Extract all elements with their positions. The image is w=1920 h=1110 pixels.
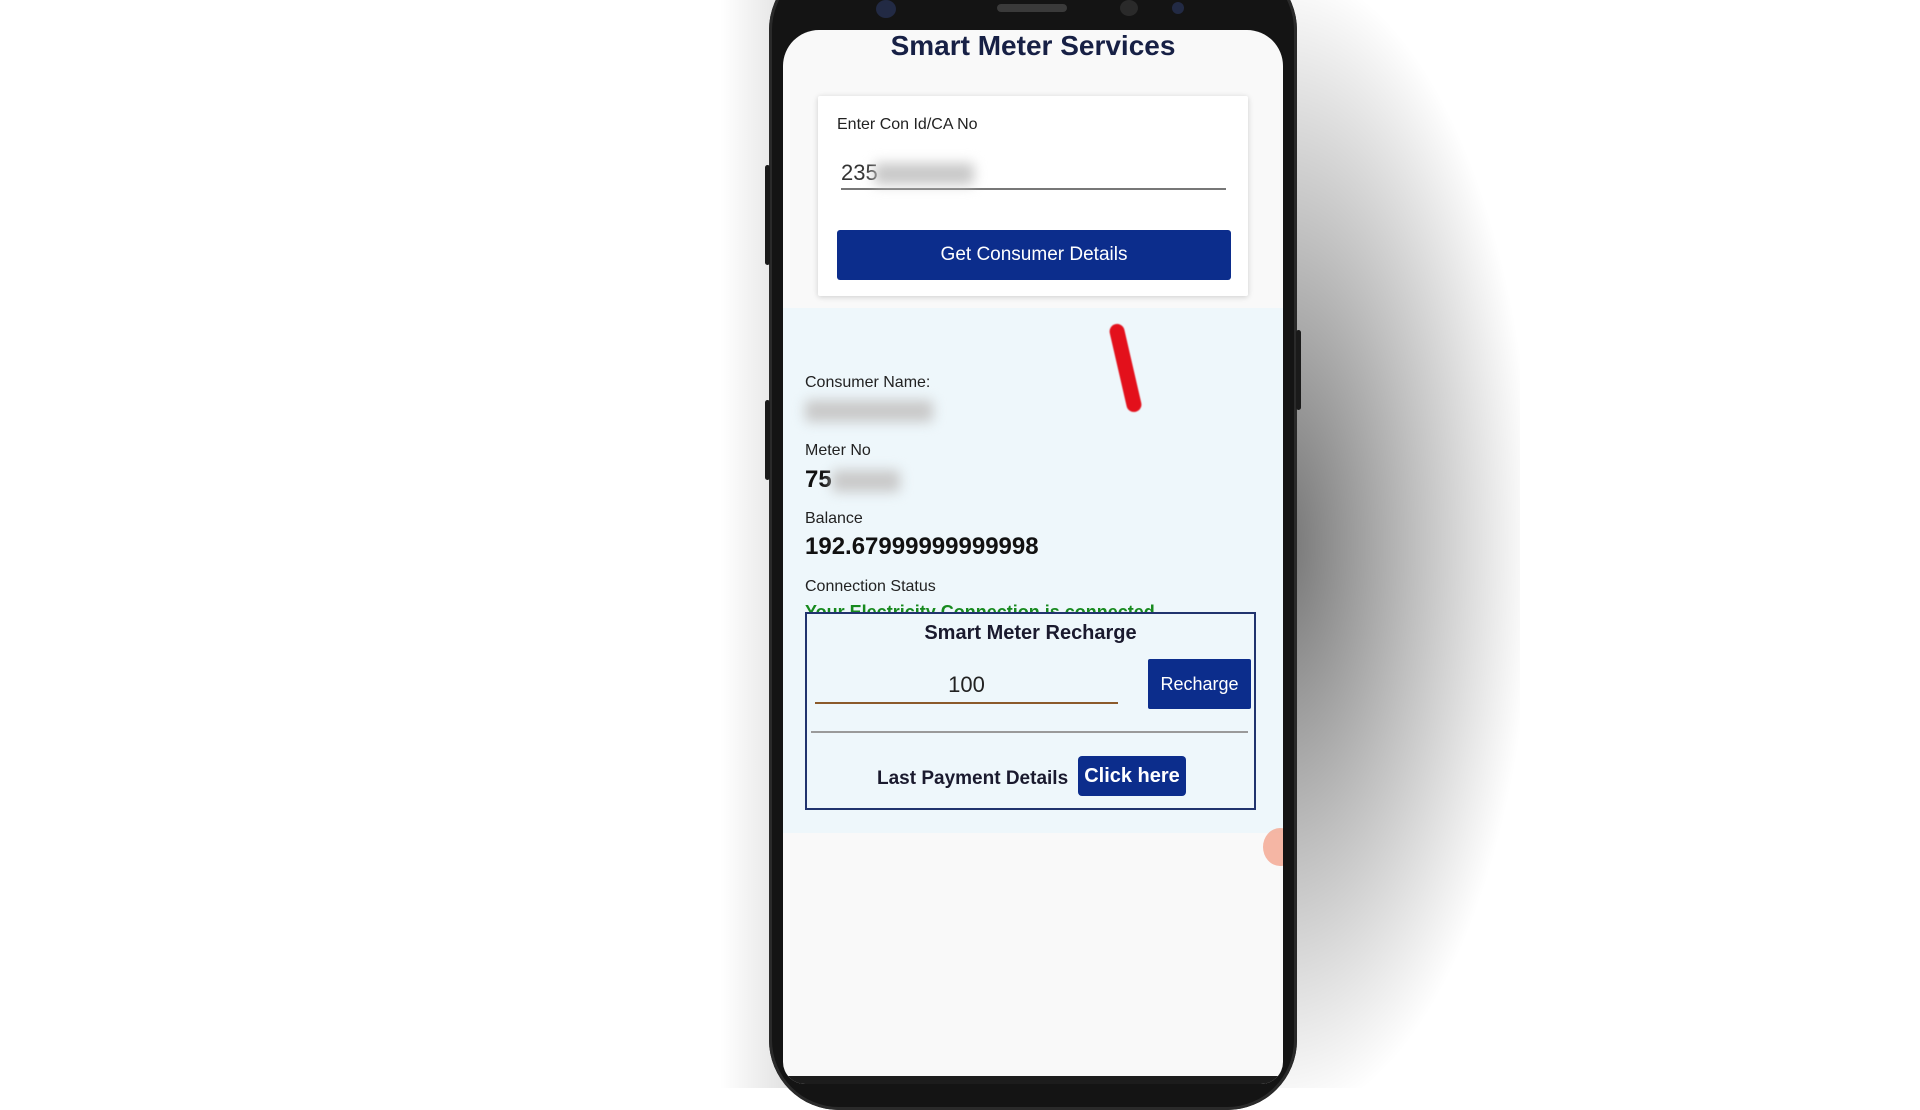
meter-no-label: Meter No bbox=[805, 442, 871, 459]
get-consumer-details-button[interactable]: Get Consumer Details bbox=[837, 230, 1231, 280]
recharge-button[interactable]: Recharge bbox=[1148, 659, 1251, 709]
click-here-button[interactable]: Click here bbox=[1078, 756, 1186, 796]
lookup-card: Enter Con Id/CA No Get Consumer Details bbox=[818, 96, 1248, 296]
phone-screen: Smart Meter Services Enter Con Id/CA No … bbox=[783, 30, 1283, 1084]
phone-side-button-left-2 bbox=[765, 400, 770, 480]
balance-value: 192.67999999999998 bbox=[805, 533, 1039, 560]
last-payment-details-label: Last Payment Details bbox=[877, 768, 1069, 789]
recharge-title: Smart Meter Recharge bbox=[924, 622, 1137, 644]
balance-label: Balance bbox=[805, 510, 863, 527]
connection-status-label: Connection Status bbox=[805, 578, 936, 595]
screen-bottom-bezel bbox=[783, 1076, 1283, 1084]
consumer-name-label: Consumer Name: bbox=[805, 374, 931, 391]
phone-front-camera-left bbox=[876, 0, 896, 18]
phone-speaker bbox=[997, 4, 1067, 12]
floating-overlay-bubble bbox=[1263, 828, 1283, 866]
recharge-divider bbox=[811, 731, 1248, 733]
redacted-meter-no bbox=[832, 470, 900, 492]
phone-side-button-left-1 bbox=[765, 165, 770, 265]
page-title: Smart Meter Services bbox=[890, 30, 1176, 61]
recharge-panel: Smart Meter Recharge Recharge Last Payme… bbox=[805, 612, 1256, 810]
phone-sensor bbox=[1172, 2, 1184, 14]
phone-front-camera-right bbox=[1120, 0, 1138, 16]
recharge-amount-input[interactable] bbox=[815, 668, 1118, 704]
phone-right-shadow bbox=[1280, 0, 1520, 1088]
redacted-con-id bbox=[874, 163, 974, 185]
redacted-consumer-name bbox=[805, 400, 933, 422]
phone-side-button-right bbox=[1296, 330, 1301, 410]
meter-no-value: 75 bbox=[805, 466, 832, 493]
con-id-label: Enter Con Id/CA No bbox=[837, 116, 978, 133]
